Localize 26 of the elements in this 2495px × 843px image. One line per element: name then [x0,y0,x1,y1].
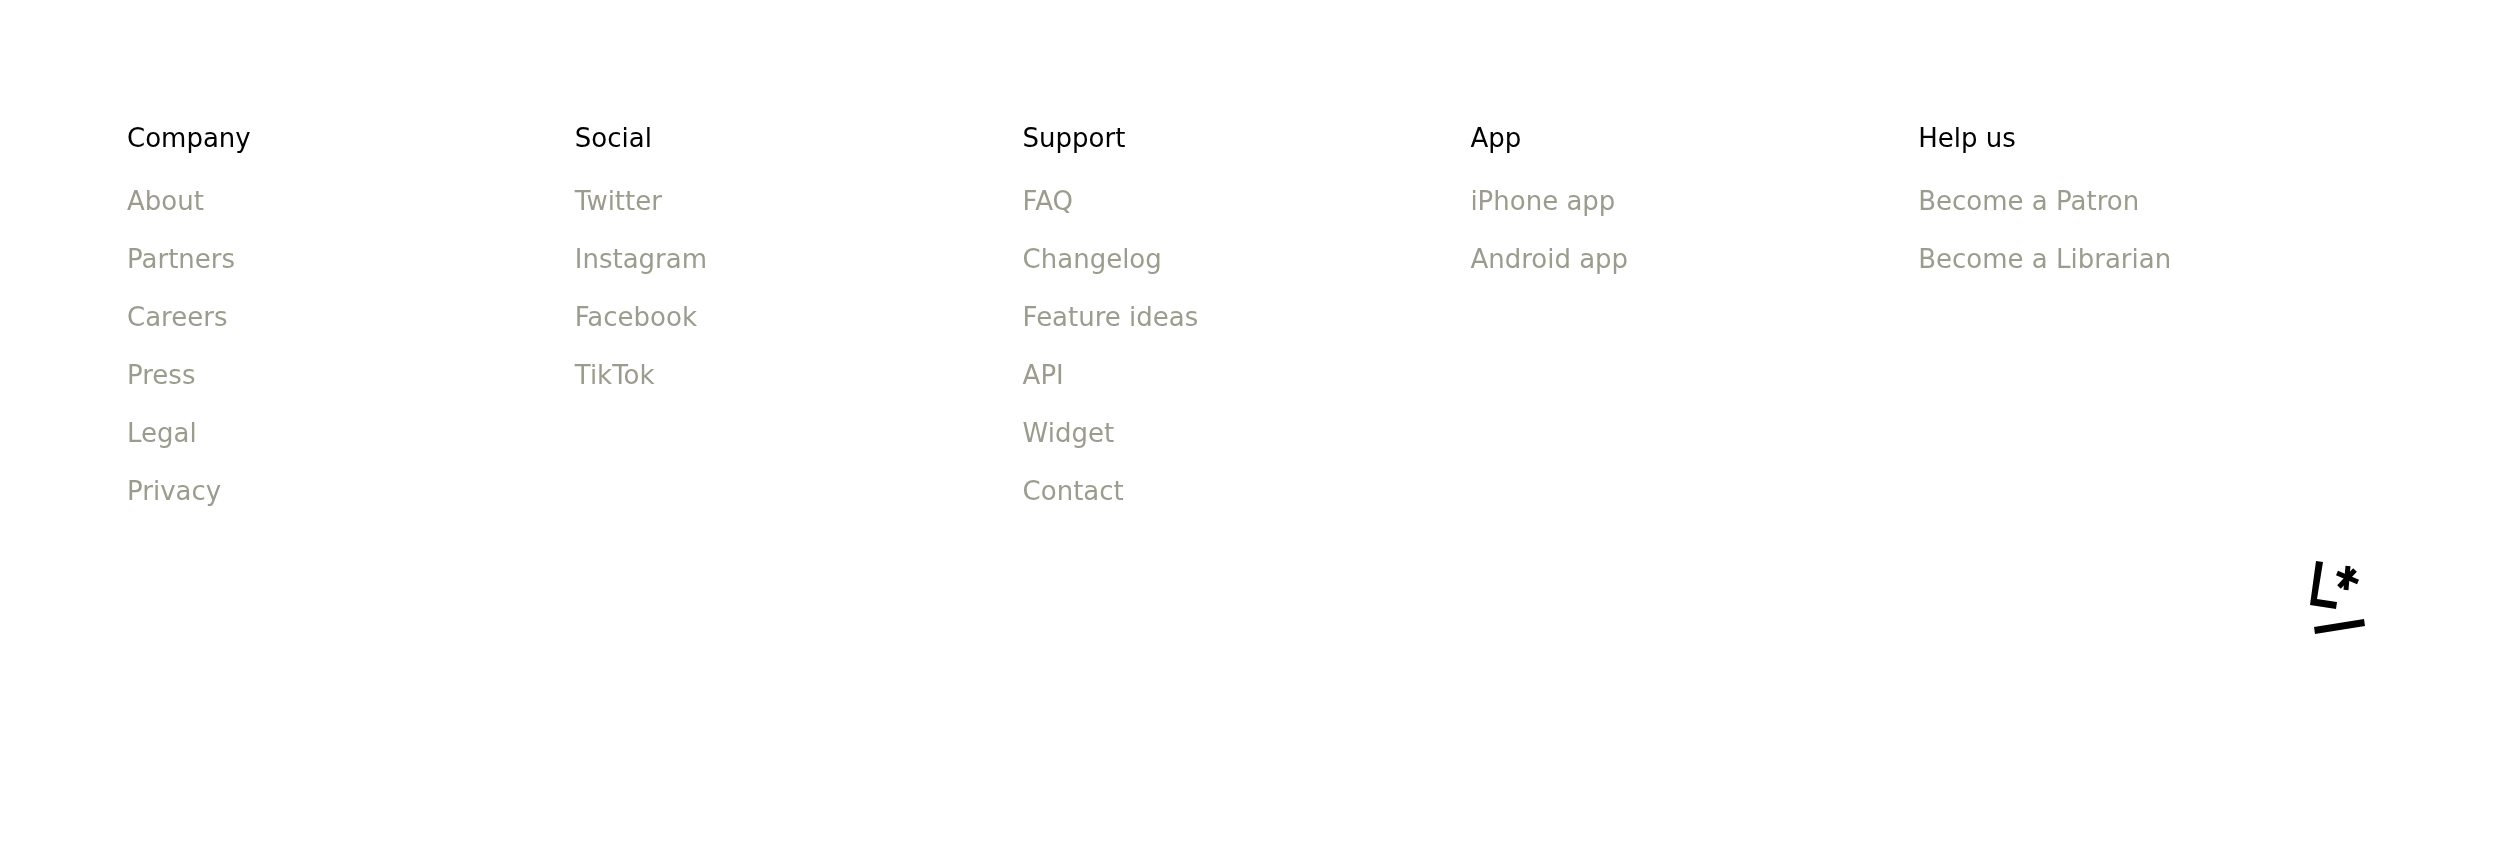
footer-link[interactable]: Press [127,355,196,395]
footer-link[interactable]: Become a Patron [1918,181,2140,221]
column-heading: Help us [1918,122,2016,155]
column-heading: Social [574,122,652,155]
footer-link[interactable]: Legal [127,413,197,453]
column-heading: Company [127,122,251,155]
footer-link[interactable]: Privacy [127,471,222,511]
logo-icon[interactable] [2310,559,2366,637]
footer-link[interactable]: Contact [1022,471,1124,511]
footer-link[interactable]: Partners [127,239,236,279]
column-heading: App [1470,122,1522,155]
footer-link[interactable]: Android app [1470,239,1629,279]
footer-link[interactable]: Careers [127,297,228,337]
footer-link[interactable]: Become a Librarian [1918,239,2172,279]
footer-link[interactable]: Widget [1022,413,1115,453]
footer-link[interactable]: iPhone app [1470,181,1616,221]
footer-link[interactable]: Changelog [1022,239,1162,279]
footer-link[interactable]: Facebook [574,297,697,337]
footer-link[interactable]: About [127,181,204,221]
footer-link[interactable]: FAQ [1022,181,1073,221]
footer-link[interactable]: API [1022,355,1064,395]
footer-link[interactable]: Twitter [574,181,662,221]
footer-link[interactable]: TikTok [574,355,655,395]
footer-link[interactable]: Feature ideas [1022,297,1199,337]
column-heading: Support [1022,122,1126,155]
footer-link[interactable]: Instagram [574,239,708,279]
